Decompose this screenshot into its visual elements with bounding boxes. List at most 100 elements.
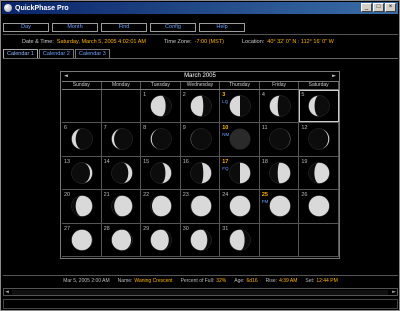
divider [3, 275, 398, 276]
scroll-left-arrow-icon[interactable]: ◄ [5, 289, 9, 295]
calendar-day-cell[interactable]: 17 FQ [220, 156, 260, 190]
calendar-day-cell[interactable]: 19 [299, 156, 339, 190]
calendar-day-cell[interactable]: 31 [220, 223, 260, 256]
calendar-day-cell[interactable]: 5 [299, 90, 339, 123]
calendar-day-cell[interactable]: 4 [260, 90, 300, 123]
next-month-arrow-icon[interactable]: ► [332, 72, 336, 80]
menu-help[interactable]: Help [199, 23, 245, 32]
calendar-day-cell[interactable]: 3 LQ [220, 90, 260, 123]
calendar-day-cell[interactable]: 23 [181, 190, 221, 223]
day-number: 29 [143, 225, 150, 232]
menu-config[interactable]: Config [150, 23, 196, 32]
day-number: 23 [182, 192, 189, 199]
moon-phase-icon [269, 162, 291, 184]
calendar-day-cell[interactable]: 1 [141, 90, 181, 123]
calendar-day-cell[interactable]: 16 [181, 156, 221, 190]
calendar-day-cell[interactable]: 9 [181, 123, 221, 156]
calendar-day-cell[interactable]: 15 [141, 156, 181, 190]
menu-month[interactable]: Month [52, 23, 98, 32]
moon-phase-icon [150, 195, 172, 217]
minimize-button[interactable]: _ [361, 3, 372, 12]
calendar-empty-cell [260, 223, 300, 256]
tab-calendar-3[interactable]: Calendar 3 [74, 49, 110, 58]
calendar-day-cell[interactable]: 10 NM [220, 123, 260, 156]
day-number: 17 [222, 158, 229, 165]
calendar-day-cell[interactable]: 14 [102, 156, 142, 190]
calendar-day-cell[interactable]: 11 [260, 123, 300, 156]
moon-phase-icon [269, 195, 291, 217]
calendar-empty-cell [299, 223, 339, 256]
divider [3, 58, 398, 59]
calendar-day-cell[interactable]: 7 [102, 123, 142, 156]
scroll-right-arrow-icon[interactable]: ► [392, 289, 396, 295]
calendar-week-row: 6 7 8 9 10 NM 11 12 [62, 123, 339, 157]
day-number: 21 [103, 192, 110, 199]
month-title: March 2005 [184, 73, 216, 79]
moon-phase-icon [71, 128, 93, 151]
calendar-day-cell[interactable]: 18 [260, 156, 300, 190]
calendar-day-cell[interactable]: 13 [62, 156, 102, 190]
moon-lit-area [314, 162, 330, 184]
status-percent-label: Percent of Full: [180, 278, 215, 284]
time-zone-label: Time Zone: [163, 39, 192, 45]
menu-day[interactable]: Day [3, 23, 49, 32]
day-number: 16 [182, 158, 189, 165]
weekday-header-row: Sunday Monday Tuesday Wednesday Thursday Frid… [62, 82, 339, 90]
calendar-day-cell[interactable]: 22 [141, 190, 181, 223]
app-window: QuickPhase Pro _ □ × Day Month Find Conf… [0, 0, 400, 311]
day-number: 8 [143, 125, 147, 132]
calendar-day-cell[interactable]: 2 [181, 90, 221, 123]
scrollbar-track[interactable] [12, 290, 388, 295]
phase-label: NM [222, 132, 230, 138]
day-number: 24 [222, 192, 229, 199]
calendar-day-cell[interactable]: 26 [299, 190, 339, 223]
calendar-day-cell[interactable]: 8 [141, 123, 181, 156]
divider [3, 34, 398, 35]
day-number: 2 [182, 92, 186, 98]
status-set-value: 12:44 PM [316, 278, 338, 284]
calendar-day-cell[interactable]: 28 [102, 223, 142, 256]
weekday-header: Tuesday [141, 82, 181, 89]
phase-label: FQ [222, 165, 229, 171]
calendar-day-cell[interactable]: 27 [62, 223, 102, 256]
weekday-header: Thursday [220, 82, 260, 89]
moon-lit-area [229, 229, 245, 251]
calendar-empty-cell [102, 90, 142, 123]
day-number: 7 [103, 125, 107, 132]
calendar-day-cell[interactable]: 21 [102, 190, 142, 223]
moon-phase-icon [189, 228, 212, 251]
calendar-day-cell[interactable]: 6 [62, 123, 102, 156]
calendar-day-cell[interactable]: 24 [220, 190, 260, 223]
calendar-week-row: 13 14 15 16 17 FQ 18 19 [62, 156, 339, 191]
moon-lit-area [229, 95, 241, 117]
day-number: 15 [143, 158, 150, 165]
day-number: 1 [143, 92, 147, 98]
moon-phase-icon [71, 195, 93, 217]
moon-app-icon [4, 4, 12, 12]
weekday-header: Friday [260, 82, 300, 89]
calendar-day-cell[interactable]: 25 FM [260, 190, 300, 223]
time-zone-value: -7:00 (MST) [194, 39, 224, 45]
calendar-day-cell[interactable]: 29 [141, 223, 181, 256]
title-bar[interactable]: QuickPhase Pro _ □ × [2, 2, 398, 14]
status-set-label: Set: [305, 278, 315, 284]
moon-phase-icon [269, 128, 291, 151]
horizontal-scrollbar[interactable]: ◄ ► [3, 288, 398, 296]
status-bar: Mar 5, 2005 2:00 AM Name: Waning Crescent… [3, 277, 398, 285]
day-number: 31 [222, 225, 229, 232]
maximize-button[interactable]: □ [373, 3, 384, 12]
tab-calendar-1[interactable]: Calendar 1 [3, 49, 38, 58]
moon-phase-icon [308, 195, 331, 217]
calendar-week-row: 20 21 22 23 24 25 FM 26 [62, 190, 339, 224]
tab-calendar-2[interactable]: Calendar 2 [38, 49, 74, 58]
menu-find[interactable]: Find [101, 23, 147, 32]
weekday-header: Monday [102, 82, 142, 89]
weekday-header: Sunday [62, 82, 102, 89]
day-number: 18 [261, 158, 268, 165]
close-button[interactable]: × [385, 3, 396, 12]
moon-lit-area [190, 95, 203, 117]
calendar-day-cell[interactable]: 12 [299, 123, 339, 156]
calendar-day-cell[interactable]: 30 [181, 223, 221, 256]
calendar-day-cell[interactable]: 20 [62, 190, 102, 223]
moon-calendar: ◄ March 2005 ► Sunday Monday Tuesday Wednes… [60, 71, 340, 259]
